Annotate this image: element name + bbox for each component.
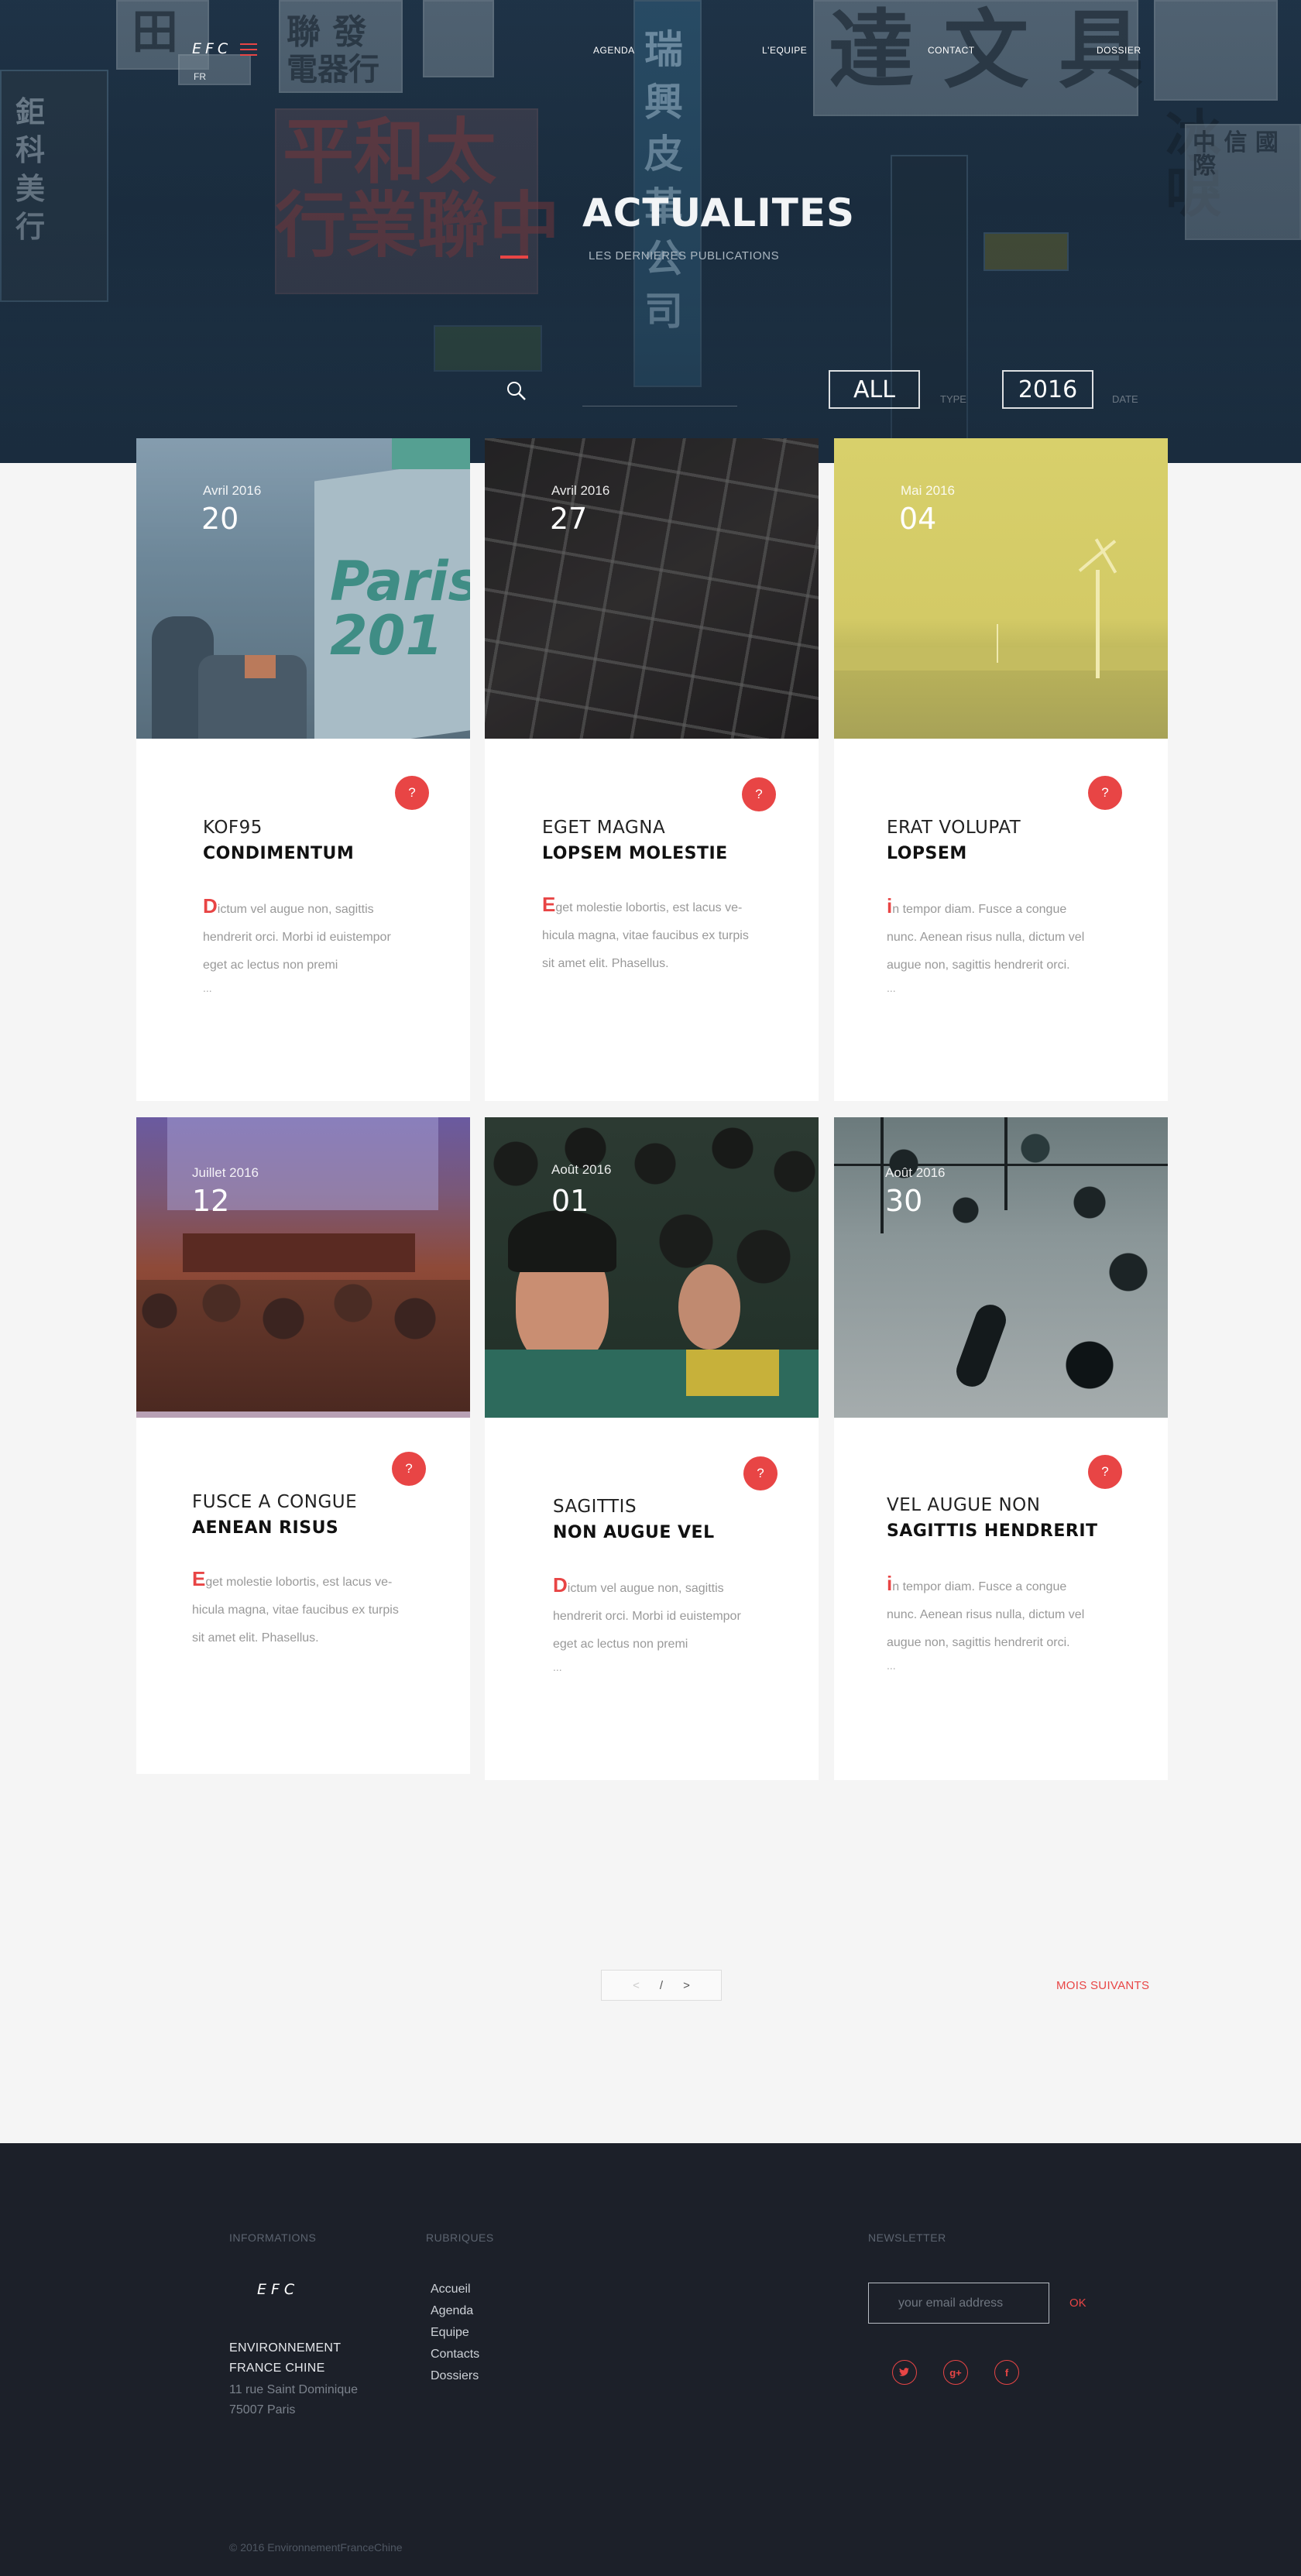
search-icon[interactable]	[505, 379, 528, 403]
title-accent-bar	[500, 256, 528, 259]
card-title-line2[interactable]: LOPSEM MOLESTIE	[542, 844, 728, 863]
pagination-separator: /	[659, 1978, 664, 1992]
google-plus-icon[interactable]: g+	[943, 2360, 968, 2385]
footer-newsletter-heading: NEWSLETTER	[868, 2231, 946, 2244]
news-card[interactable]: Août 2016 30 ? VEL AUGUE NON SAGITTIS HE…	[834, 1117, 1168, 1780]
news-card[interactable]: Août 2016 01 ? SAGITTIS NON AUGUE VEL Di…	[485, 1117, 819, 1780]
page-subtitle: LES DERNIERES PUBLICATIONS	[589, 249, 780, 262]
date-filter-caption: DATE	[1112, 393, 1138, 405]
footer-link-accueil[interactable]: Accueil	[431, 2283, 471, 2296]
card-more[interactable]: ...	[203, 982, 212, 994]
card-date-month: Août 2016	[551, 1162, 612, 1177]
footer-org-name-line2: FRANCE CHINE	[229, 2362, 325, 2375]
prev-page-button[interactable]: <	[633, 1979, 640, 1992]
footer-rubriques-heading: RUBRIQUES	[426, 2231, 494, 2244]
card-more[interactable]: ...	[887, 1659, 896, 1672]
hero-banner: 田 聯 發 電器行 平和太 行業聯中 瑞興皮革公司 達 文 具 冰唳 中 信 國…	[0, 0, 1301, 463]
site-footer: INFORMATIONS RUBRIQUES NEWSLETTER EFC EN…	[0, 2143, 1301, 2576]
card-title-line2[interactable]: CONDIMENTUM	[203, 844, 354, 863]
footer-logo[interactable]: EFC	[257, 2281, 299, 2298]
news-card[interactable]: Juillet 2016 12 ? FUSCE A CONGUE AENEAN …	[136, 1117, 470, 1774]
type-filter-caption: TYPE	[940, 393, 966, 405]
category-badge-icon[interactable]: ?	[1088, 1455, 1122, 1489]
card-image	[834, 438, 1168, 739]
news-card[interactable]: Paris 201 Avril 2016 20 ? KOF95 CONDIMEN…	[136, 438, 470, 1101]
card-date-day: 04	[899, 502, 937, 536]
card-excerpt: in tempor diam. Fusce a congue nunc. Aen…	[887, 1572, 1085, 1649]
card-date-day: 12	[192, 1184, 230, 1218]
card-image	[136, 1117, 470, 1418]
footer-org-name-line1: ENVIRONNEMENT	[229, 2341, 342, 2355]
news-card[interactable]: Mai 2016 04 ? ERAT VOLUPAT LOPSEM in tem…	[834, 438, 1168, 1101]
card-title-line2[interactable]: LOPSEM	[887, 844, 967, 863]
nav-equipe[interactable]: L'EQUIPE	[762, 45, 807, 56]
footer-link-equipe[interactable]: Equipe	[431, 2326, 469, 2340]
card-date-month: Août 2016	[885, 1165, 946, 1180]
card-title-line1: FUSCE A CONGUE	[192, 1492, 358, 1512]
footer-address-line1: 11 rue Saint Dominique	[229, 2383, 359, 2396]
card-title-line2[interactable]: NON AUGUE VEL	[553, 1523, 715, 1542]
type-filter-all[interactable]: ALL	[829, 370, 920, 409]
hamburger-menu-icon[interactable]	[240, 43, 257, 56]
footer-link-agenda[interactable]: Agenda	[431, 2304, 473, 2318]
card-title-line1: EGET MAGNA	[542, 818, 666, 838]
card-image	[485, 1117, 819, 1418]
pagination: < / >	[601, 1970, 722, 2001]
card-excerpt: Dictum vel augue non, sagittis hendrerit…	[203, 894, 391, 972]
year-filter[interactable]: 2016	[1002, 370, 1093, 409]
newsletter-submit-button[interactable]: OK	[1069, 2296, 1086, 2310]
card-title-line1: VEL AUGUE NON	[887, 1495, 1041, 1515]
news-card[interactable]: Avril 2016 27 ? EGET MAGNA LOPSEM MOLEST…	[485, 438, 819, 1101]
language-switch[interactable]: FR	[194, 71, 206, 82]
category-badge-icon[interactable]: ?	[1088, 776, 1122, 810]
twitter-icon[interactable]	[892, 2360, 917, 2385]
card-more[interactable]: ...	[553, 1661, 562, 1673]
card-excerpt: Eget molestie lobortis, est lacus ve-hic…	[192, 1567, 399, 1645]
nav-agenda[interactable]: AGENDA	[593, 45, 635, 56]
card-title-line1: ERAT VOLUPAT	[887, 818, 1021, 838]
card-date-month: Avril 2016	[551, 483, 610, 498]
card-image	[485, 438, 819, 739]
next-months-link[interactable]: MOIS SUIVANTS	[1056, 1979, 1149, 1992]
card-date-month: Juillet 2016	[192, 1165, 259, 1180]
card-excerpt: Dictum vel augue non, sagittis hendrerit…	[553, 1573, 741, 1651]
card-image: Paris 201	[136, 438, 470, 739]
category-badge-icon[interactable]: ?	[392, 1452, 426, 1486]
category-badge-icon[interactable]: ?	[742, 777, 776, 811]
card-excerpt: in tempor diam. Fusce a congue nunc. Aen…	[887, 894, 1085, 972]
category-badge-icon[interactable]: ?	[743, 1456, 778, 1490]
card-more[interactable]: ...	[887, 982, 896, 994]
footer-informations-heading: INFORMATIONS	[229, 2231, 317, 2244]
facebook-icon[interactable]: f	[994, 2360, 1019, 2385]
next-page-button[interactable]: >	[683, 1979, 690, 1992]
card-date-day: 20	[201, 502, 239, 536]
footer-link-dossiers[interactable]: Dossiers	[431, 2369, 479, 2383]
card-date-month: Avril 2016	[203, 483, 262, 498]
card-excerpt: Eget molestie lobortis, est lacus ve-hic…	[542, 893, 749, 970]
category-badge-icon[interactable]: ?	[395, 776, 429, 810]
card-date-day: 30	[885, 1184, 923, 1218]
card-title-line2[interactable]: SAGITTIS HENDRERIT	[887, 1521, 1098, 1541]
nav-dossier[interactable]: DOSSIER	[1097, 45, 1141, 56]
card-title-line1: SAGITTIS	[553, 1497, 637, 1517]
card-title-line2[interactable]: AENEAN RISUS	[192, 1518, 338, 1538]
card-date-day: 01	[551, 1184, 589, 1218]
card-date-month: Mai 2016	[901, 483, 955, 498]
footer-address-line2: 75007 Paris	[229, 2403, 296, 2417]
copyright-text: © 2016 EnvironnementFranceChine	[229, 2541, 403, 2554]
card-date-day: 27	[550, 502, 588, 536]
site-logo[interactable]: EFC	[192, 40, 232, 57]
nav-contact[interactable]: CONTACT	[928, 45, 975, 56]
page-title: ACTUALITES	[582, 190, 855, 235]
newsletter-email-input[interactable]	[868, 2283, 1049, 2324]
card-title-line1: KOF95	[203, 818, 263, 838]
card-image	[834, 1117, 1168, 1418]
footer-link-contacts[interactable]: Contacts	[431, 2348, 479, 2362]
